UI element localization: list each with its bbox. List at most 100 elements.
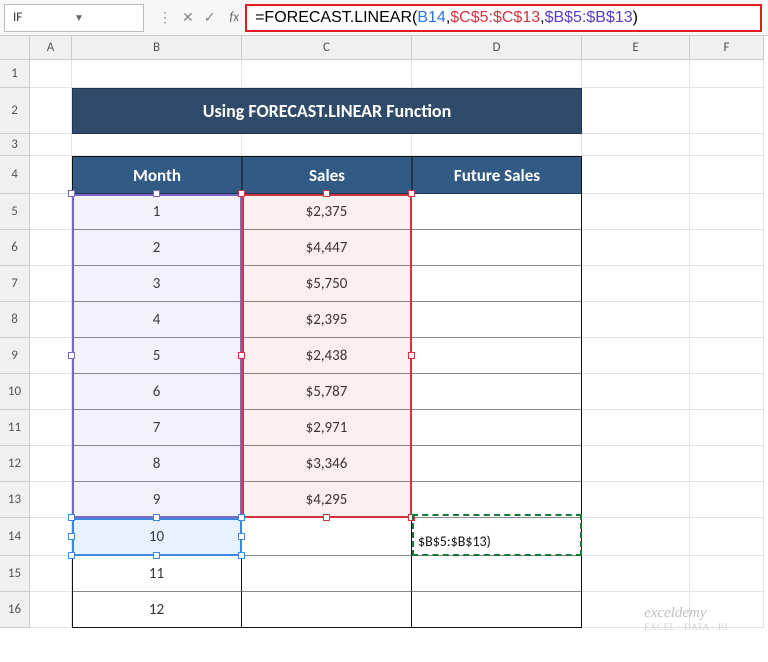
- divider-icon: ⋮: [158, 9, 172, 26]
- title-banner: Using FORECAST.LINEAR Function: [72, 88, 582, 134]
- range-handle[interactable]: [323, 514, 330, 521]
- range-handle[interactable]: [238, 352, 245, 359]
- row-header-16[interactable]: 16: [0, 592, 30, 628]
- range-handle[interactable]: [408, 514, 415, 521]
- row-header-14[interactable]: 14: [0, 518, 30, 556]
- cell-month-1[interactable]: 1: [72, 194, 242, 230]
- formula-arg1: B14: [417, 9, 445, 27]
- col-header-F[interactable]: F: [690, 36, 764, 60]
- formula-arg2: $C$5:$C$13: [450, 9, 540, 27]
- cell-month-7[interactable]: 7: [72, 410, 242, 446]
- row-header-7[interactable]: 7: [0, 266, 30, 302]
- cancel-icon[interactable]: ✕: [182, 9, 194, 26]
- range-handle[interactable]: [238, 533, 245, 540]
- cell-sales-10[interactable]: [242, 518, 412, 556]
- cell-future-8[interactable]: [412, 446, 582, 482]
- range-handle[interactable]: [68, 190, 75, 197]
- formula-eq: =: [255, 9, 264, 27]
- cell-month-5[interactable]: 5: [72, 338, 242, 374]
- row-header-5[interactable]: 5: [0, 194, 30, 230]
- cells-area[interactable]: Using FORECAST.LINEAR FunctionMonthSales…: [30, 60, 764, 628]
- col-header-C[interactable]: C: [242, 36, 412, 60]
- cell-d14-overflow: $B$5:$B$13): [414, 526, 580, 556]
- range-handle[interactable]: [238, 552, 245, 559]
- range-handle[interactable]: [68, 533, 75, 540]
- cell-sales-3[interactable]: $5,750: [242, 266, 412, 302]
- cell-sales-11[interactable]: [242, 556, 412, 592]
- row-header-13[interactable]: 13: [0, 482, 30, 518]
- cell-sales-6[interactable]: $5,787: [242, 374, 412, 410]
- range-handle[interactable]: [238, 514, 245, 521]
- cell-future-4[interactable]: [412, 302, 582, 338]
- cell-future-11[interactable]: [412, 556, 582, 592]
- chevron-down-icon[interactable]: ▼: [74, 11, 135, 24]
- row-header-8[interactable]: 8: [0, 302, 30, 338]
- formula-input[interactable]: =FORECAST.LINEAR(B14,$C$5:$C$13,$B$5:$B$…: [245, 4, 762, 32]
- fx-icon[interactable]: fx: [229, 10, 239, 25]
- cell-sales-7[interactable]: $2,971: [242, 410, 412, 446]
- range-handle[interactable]: [68, 352, 75, 359]
- column-headers: ABCDEF: [30, 36, 764, 60]
- range-handle[interactable]: [238, 190, 245, 197]
- cell-future-5[interactable]: [412, 338, 582, 374]
- cell-sales-4[interactable]: $2,395: [242, 302, 412, 338]
- cell-sales-8[interactable]: $3,346: [242, 446, 412, 482]
- row-header-1[interactable]: 1: [0, 60, 30, 88]
- row-header-11[interactable]: 11: [0, 410, 30, 446]
- header-future: Future Sales: [412, 156, 582, 194]
- cell-sales-1[interactable]: $2,375: [242, 194, 412, 230]
- cell-month-4[interactable]: 4: [72, 302, 242, 338]
- range-handle[interactable]: [153, 514, 160, 521]
- enter-icon[interactable]: ✓: [204, 9, 216, 26]
- formula-bar: IF ▼ ⋮ ✕ ✓ fx =FORECAST.LINEAR(B14,$C$5:…: [0, 0, 768, 36]
- cell-sales-12[interactable]: [242, 592, 412, 628]
- cell-sales-9[interactable]: $4,295: [242, 482, 412, 518]
- row-headers: 12345678910111213141516: [0, 60, 30, 628]
- row-header-15[interactable]: 15: [0, 556, 30, 592]
- range-handle[interactable]: [68, 552, 75, 559]
- cell-sales-2[interactable]: $4,447: [242, 230, 412, 266]
- cell-future-7[interactable]: [412, 410, 582, 446]
- range-handle[interactable]: [68, 514, 75, 521]
- cell-month-9[interactable]: 9: [72, 482, 242, 518]
- cell-month-8[interactable]: 8: [72, 446, 242, 482]
- cell-month-2[interactable]: 2: [72, 230, 242, 266]
- cell-sales-5[interactable]: $2,438: [242, 338, 412, 374]
- cell-future-2[interactable]: [412, 230, 582, 266]
- cell-month-3[interactable]: 3: [72, 266, 242, 302]
- row-header-6[interactable]: 6: [0, 230, 30, 266]
- header-month: Month: [72, 156, 242, 194]
- watermark-text: exceldemy: [644, 605, 706, 621]
- cell-future-1[interactable]: [412, 194, 582, 230]
- col-header-B[interactable]: B: [72, 36, 242, 60]
- watermark: exceldemy EXCEL · DATA · BI: [644, 605, 728, 632]
- range-handle[interactable]: [408, 190, 415, 197]
- cell-future-12[interactable]: [412, 592, 582, 628]
- row-header-10[interactable]: 10: [0, 374, 30, 410]
- cell-month-11[interactable]: 11: [72, 556, 242, 592]
- cell-month-12[interactable]: 12: [72, 592, 242, 628]
- row-header-9[interactable]: 9: [0, 338, 30, 374]
- cell-future-9[interactable]: [412, 482, 582, 518]
- row-header-4[interactable]: 4: [0, 156, 30, 194]
- formula-bar-controls: ⋮ ✕ ✓: [148, 9, 225, 26]
- cell-month-10[interactable]: 10: [72, 518, 242, 556]
- col-header-E[interactable]: E: [582, 36, 690, 60]
- name-box[interactable]: IF ▼: [4, 4, 144, 32]
- cell-future-3[interactable]: [412, 266, 582, 302]
- row-header-3[interactable]: 3: [0, 134, 30, 156]
- select-all-corner[interactable]: [0, 36, 30, 60]
- formula-fn: FORECAST.LINEAR(: [264, 9, 417, 27]
- name-box-value: IF: [13, 10, 74, 25]
- col-header-A[interactable]: A: [30, 36, 72, 60]
- col-header-D[interactable]: D: [412, 36, 582, 60]
- range-handle[interactable]: [153, 552, 160, 559]
- cell-month-6[interactable]: 6: [72, 374, 242, 410]
- range-handle[interactable]: [153, 190, 160, 197]
- watermark-sub: EXCEL · DATA · BI: [644, 622, 728, 632]
- row-header-2[interactable]: 2: [0, 88, 30, 134]
- cell-future-6[interactable]: [412, 374, 582, 410]
- range-handle[interactable]: [323, 190, 330, 197]
- row-header-12[interactable]: 12: [0, 446, 30, 482]
- range-handle[interactable]: [408, 352, 415, 359]
